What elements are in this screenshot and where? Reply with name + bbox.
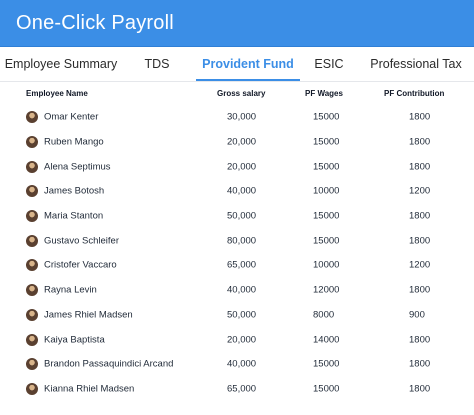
pf-wages: 15000 — [313, 358, 340, 370]
header-pf-wages: PF Wages — [305, 89, 343, 98]
employee-name: Cristofer Vaccaro — [44, 259, 117, 271]
pf-table: Employee Name Gross salary PF Wages PF C… — [0, 81, 474, 401]
gross-salary: 40,000 — [227, 185, 257, 197]
table-row[interactable]: James Botosh 40,000 10000 1200 — [0, 179, 474, 204]
avatar — [26, 259, 38, 272]
employee-name: Rayna Levin — [44, 284, 97, 296]
avatar — [26, 185, 38, 198]
employee-name: James Rhiel Madsen — [44, 309, 133, 321]
pf-contribution: 1800 — [409, 136, 431, 148]
gross-salary: 30,000 — [227, 111, 257, 123]
pf-contribution: 1800 — [409, 334, 431, 346]
pf-wages: 10000 — [313, 185, 340, 197]
employee-name: Alena Septimus — [44, 161, 111, 173]
gross-salary: 20,000 — [227, 334, 257, 346]
avatar — [26, 111, 38, 124]
employee-name: Gustavo Schleifer — [44, 235, 119, 247]
avatar — [26, 136, 38, 149]
gross-salary: 20,000 — [227, 136, 257, 148]
employee-name: James Botosh — [44, 185, 105, 197]
pf-contribution: 1800 — [409, 383, 431, 395]
pf-wages: 15000 — [313, 210, 340, 222]
table-row[interactable]: Brandon Passaquindici Arcand 40,000 15000 1… — [0, 352, 474, 377]
app-title: One-Click Payroll — [16, 11, 174, 34]
pf-wages: 15000 — [313, 383, 340, 395]
avatar — [26, 358, 38, 371]
pf-contribution: 1800 — [409, 235, 431, 247]
tab-bar: Employee Summary TDS Provident Fund ESIC… — [0, 47, 474, 82]
employee-name: Maria Stanton — [44, 210, 104, 222]
table-row[interactable]: Omar Kenter 30,000 15000 1800 — [0, 105, 474, 130]
avatar — [26, 308, 38, 321]
gross-salary: 50,000 — [227, 210, 257, 222]
table-row[interactable]: Rayna Levin 40,000 12000 1800 — [0, 278, 474, 303]
pf-contribution: 1200 — [409, 185, 431, 197]
table-row[interactable]: Gustavo Schleifer 80,000 15000 1800 — [0, 228, 474, 253]
pf-contribution: 1800 — [409, 284, 431, 296]
tab-esic[interactable]: ESIC — [300, 47, 358, 80]
table-row[interactable]: Kaiya Baptista 20,000 14000 1800 — [0, 327, 474, 352]
header-gross-salary: Gross salary — [217, 89, 266, 98]
table-header: Employee Name Gross salary PF Wages PF C… — [0, 81, 474, 105]
table-row[interactable]: James Rhiel Madsen 50,000 8000 900 — [0, 303, 474, 328]
pf-wages: 15000 — [313, 235, 340, 247]
employee-name: Kianna Rhiel Madsen — [44, 383, 135, 395]
gross-salary: 65,000 — [227, 259, 257, 271]
payroll-app: One-Click Payroll Employee Summary TDS P… — [0, 0, 474, 415]
tab-professional-tax[interactable]: Professional Tax — [362, 47, 470, 80]
pf-wages: 10000 — [313, 259, 340, 271]
pf-contribution: 900 — [409, 309, 425, 321]
table-row[interactable]: Kianna Rhiel Madsen 65,000 15000 1800 — [0, 377, 474, 402]
pf-contribution: 1800 — [409, 111, 431, 123]
employee-name: Omar Kenter — [44, 111, 99, 123]
table-row[interactable]: Alena Septimus 20,000 15000 1800 — [0, 154, 474, 179]
gross-salary: 50,000 — [227, 309, 257, 321]
gross-salary: 80,000 — [227, 235, 257, 247]
table-row[interactable]: Ruben Mango 20,000 15000 1800 — [0, 130, 474, 155]
avatar — [26, 210, 38, 223]
gross-salary: 20,000 — [227, 161, 257, 173]
pf-wages: 8000 — [313, 309, 335, 321]
table-body: Omar Kenter 30,000 15000 1800 Ruben Mango 20,… — [0, 105, 474, 401]
tab-employee-summary[interactable]: Employee Summary — [0, 47, 122, 80]
avatar — [26, 160, 38, 173]
employee-name: Kaiya Baptista — [44, 334, 105, 346]
avatar — [26, 333, 38, 346]
pf-contribution: 1800 — [409, 210, 431, 222]
header-pf-contribution: PF Contribution — [384, 89, 445, 98]
table-row[interactable]: Cristofer Vaccaro 65,000 10000 1200 — [0, 253, 474, 278]
pf-wages: 15000 — [313, 136, 340, 148]
pf-contribution: 1800 — [409, 161, 431, 173]
pf-wages: 15000 — [313, 161, 340, 173]
employee-name: Brandon Passaquindici Arcand — [44, 358, 174, 370]
gross-salary: 40,000 — [227, 284, 257, 296]
gross-salary: 65,000 — [227, 383, 257, 395]
pf-wages: 12000 — [313, 284, 340, 296]
tab-tds[interactable]: TDS — [122, 47, 192, 80]
pf-wages: 15000 — [313, 111, 340, 123]
employee-name: Ruben Mango — [44, 136, 104, 148]
header-employee-name: Employee Name — [26, 89, 88, 98]
pf-contribution: 1800 — [409, 358, 431, 370]
avatar — [26, 284, 38, 297]
pf-contribution: 1200 — [409, 259, 431, 271]
gross-salary: 40,000 — [227, 358, 257, 370]
tab-provident-fund[interactable]: Provident Fund — [196, 47, 300, 81]
avatar — [26, 234, 38, 247]
table-row[interactable]: Maria Stanton 50,000 15000 1800 — [0, 204, 474, 229]
avatar — [26, 382, 38, 395]
title-bar: One-Click Payroll — [0, 0, 474, 47]
pf-wages: 14000 — [313, 334, 340, 346]
